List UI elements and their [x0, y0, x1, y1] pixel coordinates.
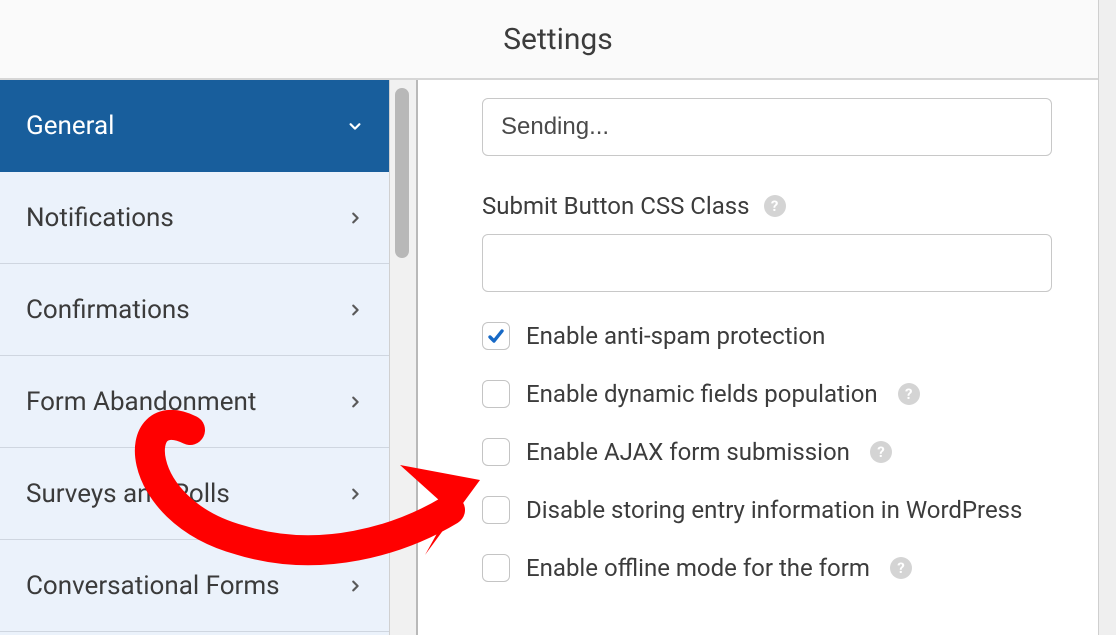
sidebar-item-general[interactable]: General — [0, 80, 389, 172]
help-icon[interactable]: ? — [764, 195, 786, 217]
settings-sidebar: General Notifications Confirmations Form… — [0, 80, 390, 635]
sidebar-item-conversational-forms[interactable]: Conversational Forms — [0, 540, 389, 632]
checkbox-disable-storing-entry[interactable] — [482, 496, 510, 524]
checkbox-offline-mode[interactable] — [482, 554, 510, 582]
sidebar-item-label: Notifications — [26, 203, 174, 233]
sidebar-item-label: Conversational Forms — [26, 571, 280, 601]
sidebar-item-notifications[interactable]: Notifications — [0, 172, 389, 264]
submit-processing-text-input[interactable] — [482, 98, 1052, 156]
sidebar-item-label: General — [26, 111, 114, 141]
help-icon[interactable]: ? — [898, 383, 920, 405]
settings-checkbox-list: Enable anti-spam protection Enable dynam… — [482, 322, 1052, 582]
checkbox-ajax-submission[interactable] — [482, 438, 510, 466]
settings-main-pane: Submit Button CSS Class ? Enable anti-sp… — [418, 80, 1116, 635]
check-row-anti-spam: Enable anti-spam protection — [482, 322, 1052, 350]
window-right-edge — [1098, 0, 1116, 635]
check-row-offline-mode: Enable offline mode for the form ? — [482, 554, 1052, 582]
sidebar-item-label: Surveys and Polls — [26, 479, 230, 509]
help-icon[interactable]: ? — [890, 557, 912, 579]
checkbox-label: Enable dynamic fields population — [526, 380, 878, 408]
sidebar-item-label: Confirmations — [26, 295, 190, 325]
sidebar-scrollbar-thumb[interactable] — [395, 88, 409, 258]
checkbox-anti-spam[interactable] — [482, 322, 510, 350]
check-row-ajax-submission: Enable AJAX form submission ? — [482, 438, 1052, 466]
checkbox-label: Enable anti-spam protection — [526, 322, 825, 350]
submit-button-css-class-label: Submit Button CSS Class ? — [482, 192, 1052, 220]
sidebar-item-surveys-polls[interactable]: Surveys and Polls — [0, 448, 389, 540]
checkbox-label: Disable storing entry information in Wor… — [526, 496, 1022, 524]
checkbox-dynamic-fields[interactable] — [482, 380, 510, 408]
chevron-right-icon — [347, 302, 363, 318]
page-title: Settings — [503, 22, 613, 57]
settings-header: Settings — [0, 0, 1116, 80]
checkbox-label: Enable AJAX form submission — [526, 438, 850, 466]
check-row-disable-storing-entry: Disable storing entry information in Wor… — [482, 496, 1052, 524]
checkbox-label: Enable offline mode for the form — [526, 554, 870, 582]
help-icon[interactable]: ? — [870, 441, 892, 463]
chevron-right-icon — [347, 210, 363, 226]
chevron-right-icon — [347, 578, 363, 594]
chevron-right-icon — [347, 394, 363, 410]
submit-button-css-class-input[interactable] — [482, 234, 1052, 292]
sidebar-item-form-abandonment[interactable]: Form Abandonment — [0, 356, 389, 448]
chevron-down-icon — [347, 118, 363, 134]
sidebar-scrollbar-track[interactable] — [390, 80, 418, 635]
check-row-dynamic-fields: Enable dynamic fields population ? — [482, 380, 1052, 408]
label-text: Submit Button CSS Class — [482, 192, 750, 220]
sidebar-item-confirmations[interactable]: Confirmations — [0, 264, 389, 356]
sidebar-item-label: Form Abandonment — [26, 387, 256, 417]
chevron-right-icon — [347, 486, 363, 502]
